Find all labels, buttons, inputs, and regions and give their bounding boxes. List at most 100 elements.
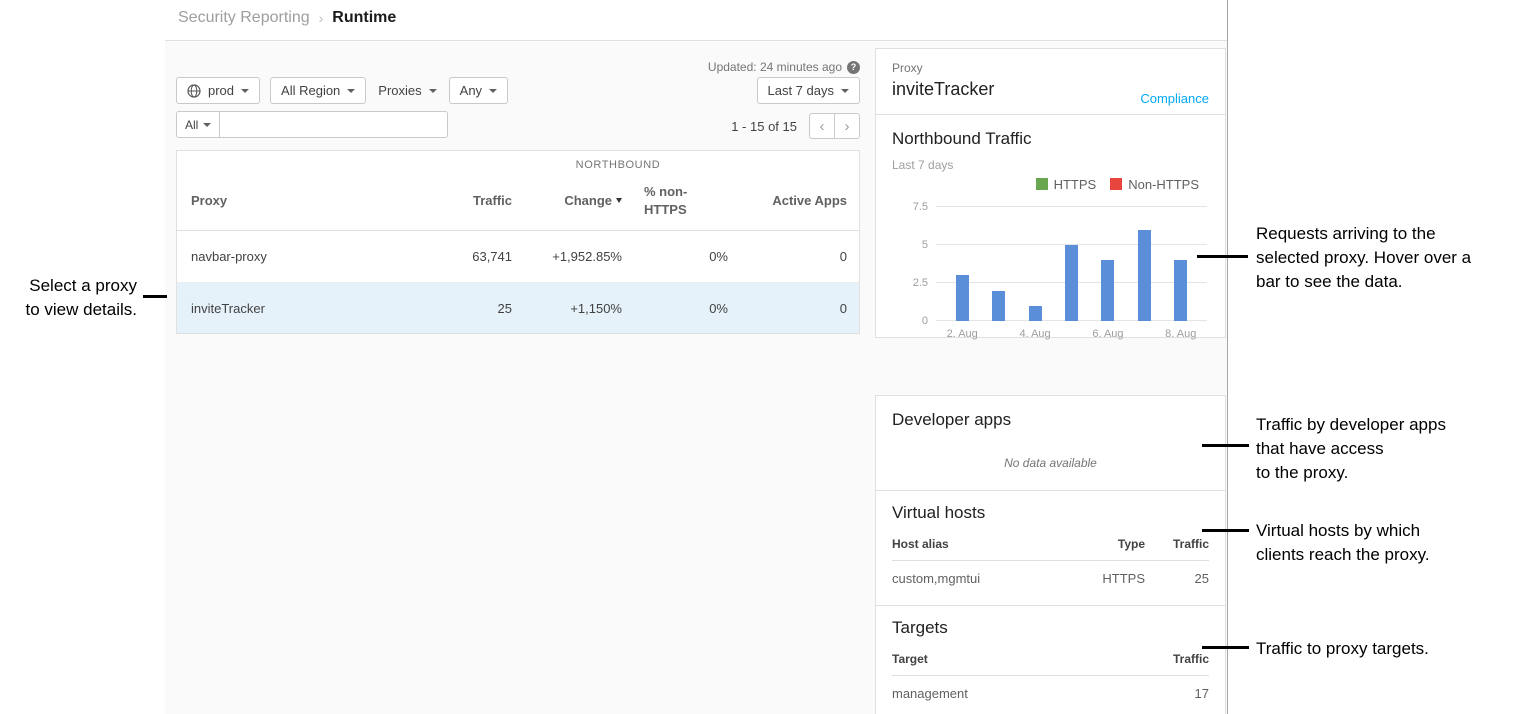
- targets-section: Targets Target Traffic management 17: [876, 606, 1225, 714]
- table-header-row: Proxy Traffic Change % non-HTTPS Active …: [177, 173, 859, 231]
- callout-line-developer-apps: [1202, 444, 1249, 447]
- cell-active-apps: 0: [728, 301, 861, 316]
- chart-y-tick-label: 5: [894, 239, 928, 251]
- prev-page-button[interactable]: ‹: [809, 113, 835, 139]
- chart-bar-slot: [1053, 207, 1089, 321]
- callout-line-select-proxy: [143, 295, 167, 298]
- virtual-hosts-title: Virtual hosts: [892, 503, 1209, 523]
- any-filter-label: Any: [460, 83, 482, 98]
- chart-y-tick-label: 2.5: [894, 277, 928, 289]
- pagination: 1 - 15 of 15 ‹ ›: [731, 113, 860, 139]
- legend-label: Non-HTTPS: [1128, 177, 1199, 192]
- column-header-traffic[interactable]: Traffic: [377, 193, 512, 208]
- environment-filter-label: prod: [208, 83, 234, 98]
- next-page-button[interactable]: ›: [834, 113, 860, 139]
- virtual-hosts-section: Virtual hosts Host alias Type Traffic cu…: [876, 491, 1225, 606]
- proxy-label: Proxy: [892, 61, 1209, 75]
- column-header-active-apps[interactable]: Active Apps: [728, 193, 861, 208]
- breadcrumb-separator-icon: ›: [319, 10, 324, 26]
- chart-x-tick-label: 6. Aug: [1092, 328, 1123, 340]
- vh-col-host-alias: Host alias: [892, 537, 1055, 551]
- search-scope-button[interactable]: All: [176, 111, 220, 138]
- chart-bar-slot: [1126, 207, 1162, 321]
- column-header-non-https[interactable]: % non-HTTPS: [622, 183, 728, 218]
- developer-apps-section: Developer apps No data available: [876, 396, 1225, 491]
- vh-type: HTTPS: [1055, 571, 1145, 586]
- proxy-detail-header: Proxy inviteTracker Compliance: [876, 49, 1225, 115]
- annotation-select-proxy: Select a proxy to view details.: [0, 274, 137, 322]
- chart-bar[interactable]: [1174, 260, 1187, 321]
- tg-traffic: 17: [1145, 686, 1209, 701]
- search-scope-label: All: [185, 118, 198, 132]
- region-filter-button[interactable]: All Region: [270, 77, 366, 104]
- chart-bar-slot: [1017, 207, 1053, 321]
- globe-icon: [187, 84, 201, 98]
- cell-change: +1,150%: [512, 301, 622, 316]
- column-header-change[interactable]: Change: [512, 193, 622, 208]
- search-input[interactable]: [220, 111, 448, 138]
- breadcrumb: Security Reporting › Runtime: [178, 9, 396, 27]
- table-group-header: NORTHBOUND: [177, 151, 859, 173]
- virtual-host-row: custom,mgmtui HTTPS 25: [892, 561, 1209, 596]
- caret-down-icon: [429, 89, 437, 93]
- compliance-link[interactable]: Compliance: [1140, 91, 1209, 106]
- table-row-navbar-proxy[interactable]: navbar-proxy 63,741 +1,952.85% 0% 0: [177, 231, 859, 282]
- cell-proxy-name: navbar-proxy: [177, 249, 377, 264]
- vh-col-traffic: Traffic: [1145, 537, 1209, 551]
- updated-text: Updated: 24 minutes ago: [708, 60, 842, 74]
- any-filter-button[interactable]: Any: [449, 77, 508, 104]
- group-header-label: NORTHBOUND: [377, 159, 859, 171]
- chart-bar-slot: [1163, 207, 1199, 321]
- date-range-button[interactable]: Last 7 days: [757, 77, 861, 104]
- detail-panel: Proxy inviteTracker Compliance Northboun…: [875, 41, 1227, 714]
- legend-item[interactable]: HTTPS: [1036, 177, 1097, 192]
- vh-host-alias: custom,mgmtui: [892, 571, 1055, 586]
- proxy-table: NORTHBOUND Proxy Traffic Change % non-HT…: [176, 150, 860, 334]
- chart-bar[interactable]: [1138, 230, 1151, 321]
- cell-change: +1,952.85%: [512, 249, 622, 264]
- vh-col-type: Type: [1055, 537, 1145, 551]
- caret-down-icon: [347, 89, 355, 93]
- chart-bar[interactable]: [956, 275, 969, 321]
- caret-down-icon: [841, 89, 849, 93]
- tg-col-traffic: Traffic: [1145, 652, 1209, 666]
- chart-x-tick-label: 2. Aug: [947, 328, 978, 340]
- callout-line-targets: [1202, 646, 1249, 649]
- window-right-edge: [1227, 0, 1228, 714]
- caret-down-icon: [241, 89, 249, 93]
- breadcrumb-current-page: Runtime: [332, 9, 396, 27]
- environment-filter-button[interactable]: prod: [176, 77, 260, 104]
- legend-swatch: [1110, 178, 1122, 190]
- chart-x-tick-label: 4. Aug: [1019, 328, 1050, 340]
- callout-line-requests: [1197, 255, 1248, 258]
- chart-bar[interactable]: [1065, 245, 1078, 321]
- proxy-detail-card: Proxy inviteTracker Compliance Northboun…: [875, 48, 1226, 338]
- proxies-filter-label: Proxies: [378, 83, 421, 98]
- region-filter-label: All Region: [281, 83, 340, 98]
- vh-traffic: 25: [1145, 571, 1209, 586]
- legend-swatch: [1036, 178, 1048, 190]
- breadcrumb-section[interactable]: Security Reporting: [178, 9, 310, 27]
- developer-apps-title: Developer apps: [892, 410, 1209, 430]
- targets-header-row: Target Traffic: [892, 638, 1209, 676]
- cell-proxy-name: inviteTracker: [177, 301, 377, 316]
- caret-down-icon: [203, 123, 211, 127]
- table-row-invitetracker[interactable]: inviteTracker 25 +1,150% 0% 0: [177, 282, 859, 333]
- chart-legend: HTTPS Non-HTTPS: [892, 175, 1209, 193]
- virtual-hosts-header-row: Host alias Type Traffic: [892, 523, 1209, 561]
- cell-active-apps: 0: [728, 249, 861, 264]
- chart-y-tick-label: 7.5: [894, 201, 928, 213]
- chart-bar[interactable]: [992, 291, 1005, 321]
- legend-item[interactable]: Non-HTTPS: [1110, 177, 1199, 192]
- updated-status: Updated: 24 minutes ago ?: [708, 60, 860, 74]
- chart-y-tick-label: 0: [894, 315, 928, 327]
- tg-col-target: Target: [892, 652, 1145, 666]
- column-header-proxy[interactable]: Proxy: [177, 193, 377, 208]
- chart-bar-slot: [944, 207, 980, 321]
- pager: ‹ ›: [809, 113, 860, 139]
- date-range-label: Last 7 days: [768, 83, 835, 98]
- chart-bar[interactable]: [1029, 306, 1042, 321]
- help-icon[interactable]: ?: [847, 61, 860, 74]
- chart-bar[interactable]: [1101, 260, 1114, 321]
- proxies-filter-button[interactable]: Proxies: [376, 77, 438, 104]
